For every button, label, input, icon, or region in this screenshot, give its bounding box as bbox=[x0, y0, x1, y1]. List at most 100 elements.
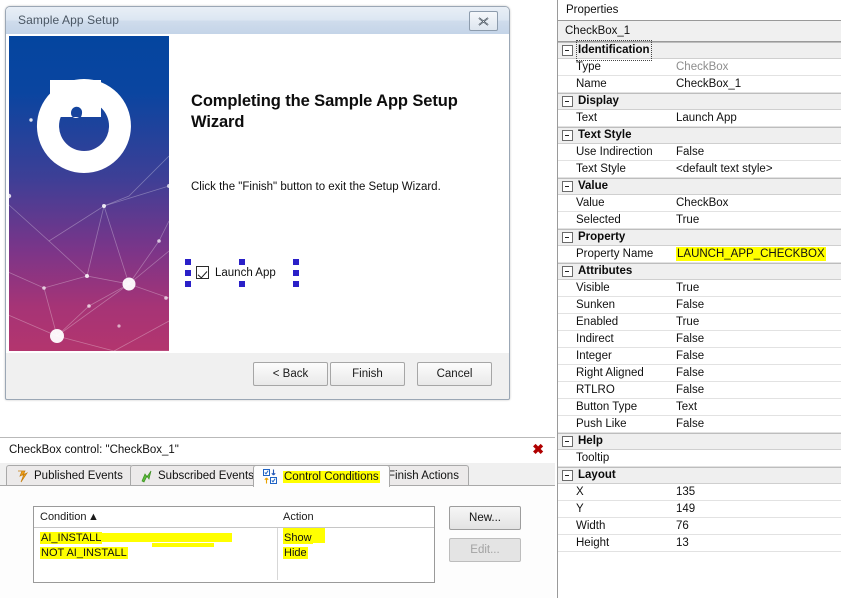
property-value[interactable]: False bbox=[676, 416, 841, 432]
property-value[interactable]: 149 bbox=[676, 501, 841, 517]
property-value[interactable]: Launch App bbox=[676, 110, 841, 126]
properties-panel-subject[interactable]: CheckBox_1 bbox=[558, 21, 841, 42]
property-value[interactable]: False bbox=[676, 331, 841, 347]
property-key: Indirect bbox=[576, 333, 614, 345]
property-row[interactable]: Visible True bbox=[558, 280, 841, 297]
property-key: Type bbox=[576, 61, 601, 73]
property-group-attributes[interactable]: Attributes bbox=[558, 263, 841, 280]
property-value[interactable]: True bbox=[676, 280, 841, 296]
close-icon[interactable] bbox=[469, 11, 498, 31]
property-row[interactable]: Button Type Text bbox=[558, 399, 841, 416]
column-header-action[interactable]: Action bbox=[283, 511, 314, 523]
property-key: Use Indirection bbox=[576, 146, 653, 158]
resize-handle-ne[interactable] bbox=[293, 259, 299, 265]
finish-button[interactable]: Finish bbox=[330, 362, 405, 386]
column-header-condition[interactable]: Condition bbox=[40, 511, 86, 523]
property-value[interactable]: CheckBox bbox=[676, 59, 841, 75]
resize-handle-nw[interactable] bbox=[185, 259, 191, 265]
tab-control-conditions[interactable]: Control Conditions bbox=[253, 465, 390, 487]
property-value[interactable]: True bbox=[676, 212, 841, 228]
property-value[interactable]: CheckBox_1 bbox=[676, 76, 841, 92]
property-row[interactable]: Height 13 bbox=[558, 535, 841, 552]
property-value[interactable]: Text bbox=[676, 399, 841, 415]
wizard-body: Completing the Sample App Setup Wizard C… bbox=[6, 34, 509, 354]
property-row[interactable]: Selected True bbox=[558, 212, 841, 229]
table-row[interactable]: AI_INSTALL Show bbox=[34, 531, 434, 546]
checkbox-control-panel: CheckBox control: "CheckBox_1" ✖ Publish… bbox=[0, 437, 555, 598]
property-key: Visible bbox=[576, 282, 610, 294]
collapse-minus-icon[interactable] bbox=[562, 470, 573, 481]
checkbox-selection-group[interactable]: Launch App bbox=[185, 259, 305, 287]
property-row[interactable]: Property Name LAUNCH_APP_CHECKBOX bbox=[558, 246, 841, 263]
launch-app-checkbox[interactable]: Launch App bbox=[196, 266, 276, 279]
property-row[interactable]: RTLRO False bbox=[558, 382, 841, 399]
property-value[interactable]: False bbox=[676, 144, 841, 160]
property-value[interactable]: True bbox=[676, 314, 841, 330]
tab-subscribed-events[interactable]: Subscribed Events bbox=[130, 465, 264, 486]
property-group-layout[interactable]: Layout bbox=[558, 467, 841, 484]
close-icon[interactable]: ✖ bbox=[532, 441, 544, 458]
property-value[interactable] bbox=[676, 450, 841, 466]
property-row[interactable]: Tooltip bbox=[558, 450, 841, 467]
collapse-minus-icon[interactable] bbox=[562, 96, 573, 107]
collapse-minus-icon[interactable] bbox=[562, 181, 573, 192]
property-value[interactable]: 76 bbox=[676, 518, 841, 534]
property-value[interactable]: 135 bbox=[676, 484, 841, 500]
wizard-titlebar[interactable]: Sample App Setup bbox=[6, 7, 509, 35]
checkbox-check-icon[interactable] bbox=[196, 266, 209, 279]
collapse-minus-icon[interactable] bbox=[562, 436, 573, 447]
setup-wizard-dialog: Sample App Setup Completing the Sample A… bbox=[5, 6, 510, 400]
property-group-label: Value bbox=[578, 180, 609, 192]
resize-handle-sw[interactable] bbox=[185, 281, 191, 287]
back-button[interactable]: < Back bbox=[253, 362, 328, 386]
conditions-table[interactable]: Condition ▲ Action AI_INSTALL Show NOT A… bbox=[33, 506, 435, 583]
property-group-text-style[interactable]: Text Style bbox=[558, 127, 841, 144]
property-row[interactable]: Name CheckBox_1 bbox=[558, 76, 841, 93]
collapse-minus-icon[interactable] bbox=[562, 266, 573, 277]
property-row[interactable]: Push Like False bbox=[558, 416, 841, 433]
property-row[interactable]: Width 76 bbox=[558, 518, 841, 535]
collapse-minus-icon[interactable] bbox=[562, 45, 573, 56]
new-button[interactable]: New... bbox=[449, 506, 521, 530]
collapse-minus-icon[interactable] bbox=[562, 232, 573, 243]
property-group-identification[interactable]: Identification bbox=[558, 40, 841, 61]
table-row[interactable]: NOT AI_INSTALL Hide bbox=[34, 546, 434, 561]
property-key: Text Style bbox=[576, 163, 626, 175]
collapse-minus-icon[interactable] bbox=[562, 130, 573, 141]
property-row[interactable]: Sunken False bbox=[558, 297, 841, 314]
property-group-value[interactable]: Value bbox=[558, 178, 841, 195]
resize-handle-se[interactable] bbox=[293, 281, 299, 287]
property-row[interactable]: Type CheckBox bbox=[558, 59, 841, 76]
property-group-display[interactable]: Display bbox=[558, 93, 841, 110]
tab-label: Control Conditions bbox=[283, 470, 380, 483]
property-row[interactable]: Enabled True bbox=[558, 314, 841, 331]
tab-published-events[interactable]: Published Events bbox=[6, 465, 133, 486]
wizard-content: Completing the Sample App Setup Wizard C… bbox=[169, 34, 509, 353]
property-value[interactable]: False bbox=[676, 382, 841, 398]
property-row[interactable]: Value CheckBox bbox=[558, 195, 841, 212]
resize-handle-s[interactable] bbox=[239, 281, 245, 287]
property-row[interactable]: X 135 bbox=[558, 484, 841, 501]
property-row[interactable]: Text Launch App bbox=[558, 110, 841, 127]
property-row[interactable]: Right Aligned False bbox=[558, 365, 841, 382]
property-value[interactable]: False bbox=[676, 365, 841, 381]
wizard-subtext: Click the "Finish" button to exit the Se… bbox=[191, 181, 441, 193]
property-row[interactable]: Integer False bbox=[558, 348, 841, 365]
resize-handle-n[interactable] bbox=[239, 259, 245, 265]
resize-handle-w[interactable] bbox=[185, 270, 191, 276]
property-value[interactable]: False bbox=[676, 348, 841, 364]
cancel-button[interactable]: Cancel bbox=[417, 362, 492, 386]
property-group-property[interactable]: Property bbox=[558, 229, 841, 246]
property-group-help[interactable]: Help bbox=[558, 433, 841, 450]
edit-button: Edit... bbox=[449, 538, 521, 562]
resize-handle-e[interactable] bbox=[293, 270, 299, 276]
property-row[interactable]: Indirect False bbox=[558, 331, 841, 348]
property-value[interactable]: <default text style> bbox=[676, 161, 841, 177]
property-value[interactable]: 13 bbox=[676, 535, 841, 551]
property-value[interactable]: False bbox=[676, 297, 841, 313]
property-value[interactable]: CheckBox bbox=[676, 195, 841, 211]
property-value[interactable]: LAUNCH_APP_CHECKBOX bbox=[676, 247, 826, 261]
property-row[interactable]: Text Style <default text style> bbox=[558, 161, 841, 178]
property-row[interactable]: Use Indirection False bbox=[558, 144, 841, 161]
property-row[interactable]: Y 149 bbox=[558, 501, 841, 518]
